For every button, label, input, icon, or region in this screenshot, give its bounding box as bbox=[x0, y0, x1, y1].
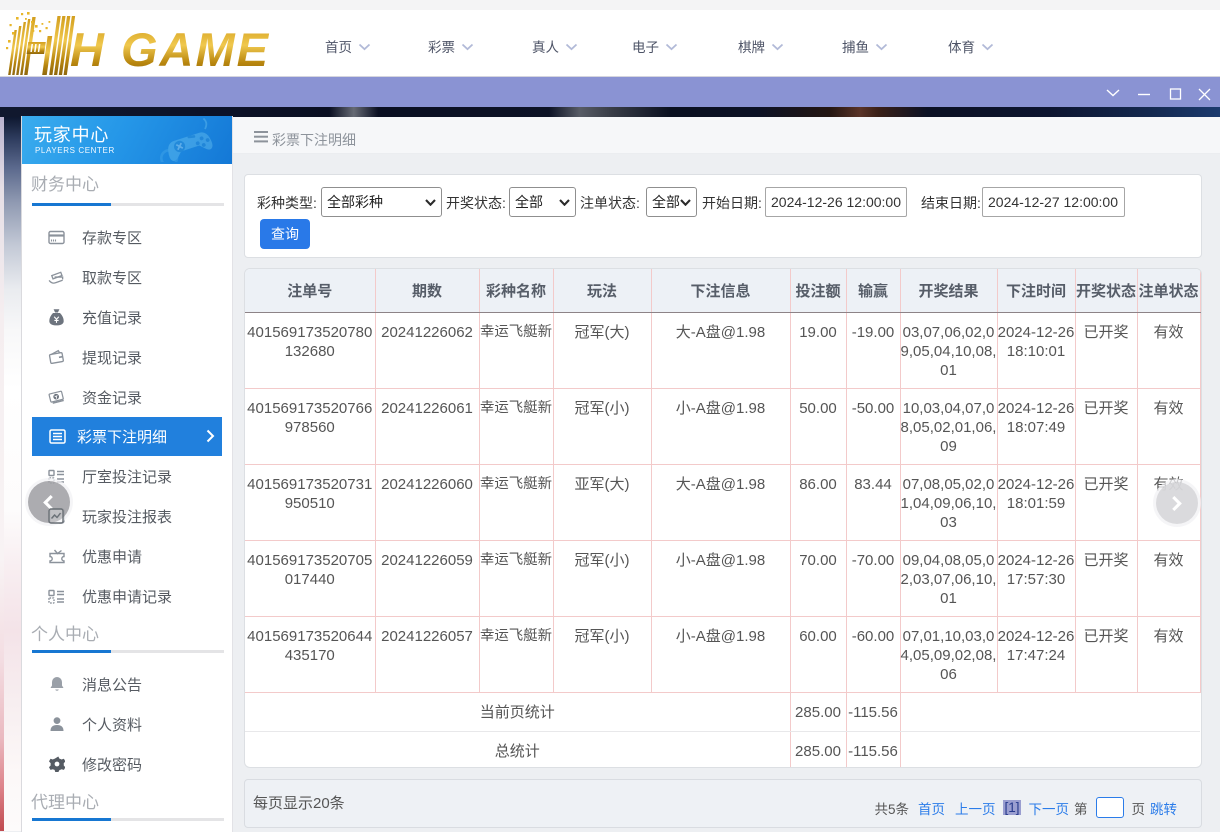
svg-text:H GAME: H GAME bbox=[70, 23, 270, 76]
